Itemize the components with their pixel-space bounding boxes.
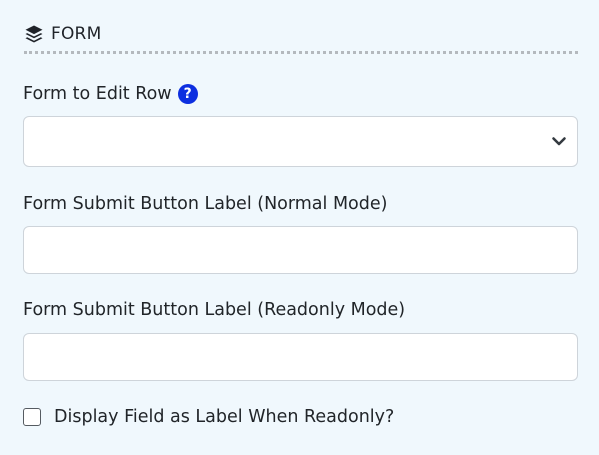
display-field-as-label-text: Display Field as Label When Readonly? [54,407,395,427]
form-to-edit-row-select[interactable] [23,116,578,167]
form-to-edit-row-label-text: Form to Edit Row [23,84,172,104]
layers-icon [24,24,44,44]
section-divider [24,51,578,54]
display-field-as-label-checkbox[interactable] [23,408,41,426]
question-circle-icon[interactable]: ? [177,84,198,104]
section-title: FORM [51,24,102,44]
form-to-edit-row-label: Form to Edit Row ? [23,84,198,104]
display-field-as-label-row[interactable]: Display Field as Label When Readonly? [23,407,394,427]
submit-label-normal-input[interactable] [23,226,578,274]
section-header: FORM [24,22,101,46]
submit-label-readonly-label: Form Submit Button Label (Readonly Mode) [23,300,406,320]
submit-label-normal-label: Form Submit Button Label (Normal Mode) [23,194,388,214]
submit-label-readonly-input[interactable] [23,333,578,381]
form-settings-panel: FORM Form to Edit Row ? Form Submit Butt… [0,0,599,455]
chevron-down-icon [551,133,567,153]
